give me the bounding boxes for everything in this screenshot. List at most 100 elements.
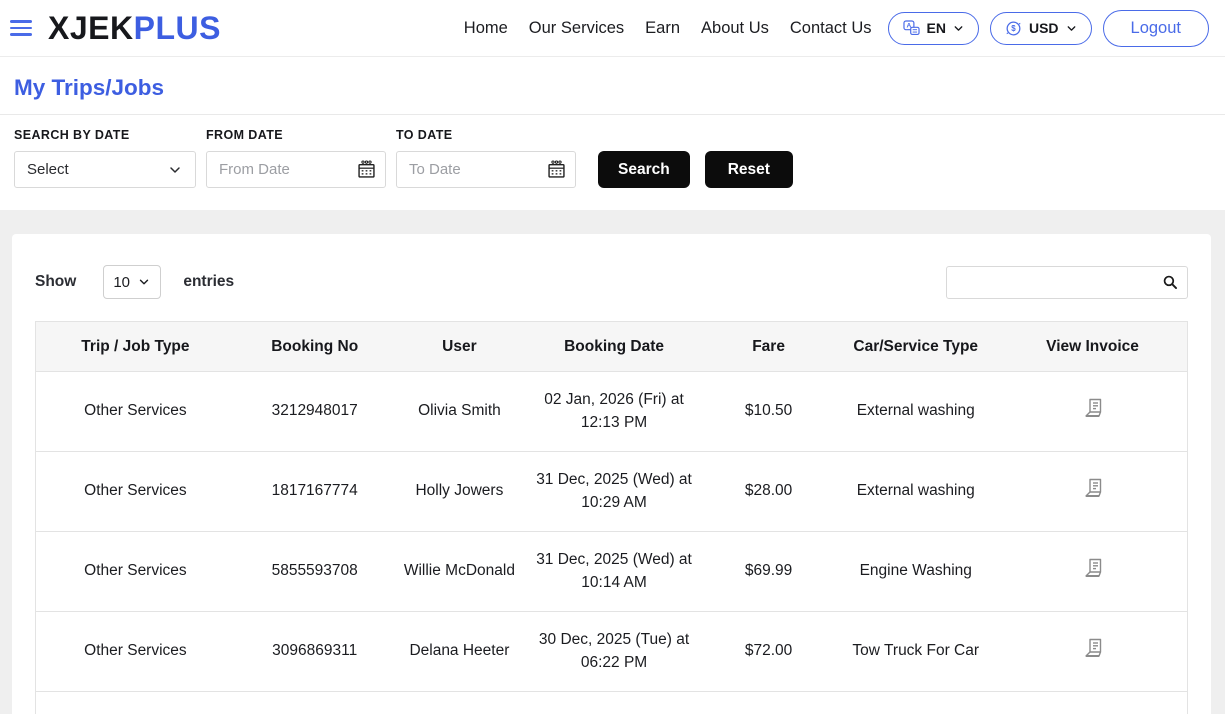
trips-table: Trip / Job Type Booking No User Booking … [35, 321, 1188, 714]
translate-icon: A [902, 19, 921, 38]
from-date-field: FROM DATE [206, 128, 386, 188]
cell-booking-date: 31 Dec, 2025 (Wed) at 10:29 AM [524, 452, 703, 532]
col-fare: Fare [704, 322, 834, 372]
currency-selector[interactable]: $ USD [990, 12, 1092, 45]
cell-booking-date: 02 Jan, 2026 (Fri) at 12:13 PM [524, 372, 703, 452]
invoice-receipt-icon [1081, 476, 1105, 500]
view-invoice-button[interactable] [1081, 476, 1105, 500]
cell-view-invoice [998, 612, 1187, 692]
cell-trip-job-type: Other Services [36, 372, 235, 452]
table-search-input[interactable] [946, 266, 1188, 299]
filter-bar: SEARCH BY DATE Select FROM DATE [0, 115, 1225, 210]
nav-item-contact-us[interactable]: Contact Us [790, 19, 872, 38]
cell-fare: $10.50 [704, 372, 834, 452]
search-icon[interactable] [1161, 273, 1180, 292]
logout-button[interactable]: Logout [1103, 10, 1209, 47]
cell-fare: $69.99 [704, 532, 834, 612]
entries-control: Show 10 entries [35, 265, 234, 299]
cell-user: Delana Heeter [395, 612, 525, 692]
cell-view-invoice [998, 532, 1187, 612]
table-row: Other Services 3096869311 Delana Heeter … [36, 612, 1188, 692]
cell-fare: $28.00 [704, 452, 834, 532]
search-by-date-select[interactable]: Select [14, 151, 196, 188]
logo-text-blue: PLUS [134, 10, 221, 46]
col-trip-job-type: Trip / Job Type [36, 322, 235, 372]
cell-car-service-type: Engine Washing [833, 532, 998, 612]
logo-text-black: XJEK [48, 10, 134, 46]
page-title-section: My Trips/Jobs [0, 57, 1225, 114]
col-car-service-type: Car/Service Type [833, 322, 998, 372]
cell-car-service-type: External washing [833, 372, 998, 452]
cell-booking-no: 1817167774 [235, 452, 395, 532]
cell-user: Holly Jowers [395, 452, 525, 532]
col-booking-no: Booking No [235, 322, 395, 372]
trips-table-body: Other Services 3212948017 Olivia Smith 0… [36, 372, 1188, 692]
chevron-down-icon [952, 22, 965, 35]
invoice-receipt-icon [1081, 396, 1105, 420]
nav-item-earn[interactable]: Earn [645, 19, 680, 38]
cell-view-invoice [998, 372, 1187, 452]
header-actions: A EN $ USD Logout [888, 10, 1209, 47]
partial-row [36, 692, 1188, 715]
nav-item-about-us[interactable]: About Us [701, 19, 769, 38]
entries-label: entries [183, 273, 234, 291]
language-selector[interactable]: A EN [888, 12, 979, 45]
cell-car-service-type: External washing [833, 452, 998, 532]
invoice-receipt-icon [1081, 556, 1105, 580]
table-row: Other Services 5855593708 Willie McDonal… [36, 532, 1188, 612]
nav-item-our-services[interactable]: Our Services [529, 19, 624, 38]
calendar-icon[interactable] [356, 159, 377, 180]
entries-select[interactable]: 10 [103, 265, 161, 299]
entries-value: 10 [113, 274, 130, 291]
content-area: Show 10 entries [0, 210, 1225, 714]
cell-booking-date: 30 Dec, 2025 (Tue) at 06:22 PM [524, 612, 703, 692]
trips-card: Show 10 entries [12, 234, 1211, 714]
cell-user: Willie McDonald [395, 532, 525, 612]
reset-button[interactable]: Reset [705, 151, 793, 188]
cell-trip-job-type: Other Services [36, 452, 235, 532]
cell-trip-job-type: Other Services [36, 532, 235, 612]
cell-booking-no: 5855593708 [235, 532, 395, 612]
view-invoice-button[interactable] [1081, 636, 1105, 660]
invoice-receipt-icon [1081, 636, 1105, 660]
search-by-date-label: SEARCH BY DATE [14, 128, 196, 142]
top-navbar: XJEKPLUS Home Our Services Earn About Us… [0, 0, 1225, 57]
show-label: Show [35, 273, 76, 291]
search-by-date-value: Select [27, 161, 69, 178]
calendar-icon[interactable] [546, 159, 567, 180]
view-invoice-button[interactable] [1081, 556, 1105, 580]
cell-booking-no: 3212948017 [235, 372, 395, 452]
table-row: Other Services 3212948017 Olivia Smith 0… [36, 372, 1188, 452]
cell-car-service-type: Tow Truck For Car [833, 612, 998, 692]
cell-booking-date: 31 Dec, 2025 (Wed) at 10:14 AM [524, 532, 703, 612]
svg-text:$: $ [1011, 24, 1016, 33]
app-logo[interactable]: XJEKPLUS [48, 10, 221, 47]
search-by-date-field: SEARCH BY DATE Select [14, 128, 196, 188]
page-title: My Trips/Jobs [14, 75, 1211, 101]
cell-trip-job-type: Other Services [36, 612, 235, 692]
table-controls: Show 10 entries [35, 265, 1188, 299]
chevron-down-icon [1065, 22, 1078, 35]
language-value: EN [927, 20, 946, 36]
currency-exchange-icon: $ [1004, 19, 1023, 38]
cell-fare: $72.00 [704, 612, 834, 692]
cell-user: Olivia Smith [395, 372, 525, 452]
cell-view-invoice [998, 452, 1187, 532]
main-nav: Home Our Services Earn About Us Contact … [464, 19, 872, 38]
col-view-invoice: View Invoice [998, 322, 1187, 372]
to-date-field: TO DATE [396, 128, 576, 188]
chevron-down-icon [137, 275, 151, 289]
nav-item-home[interactable]: Home [464, 19, 508, 38]
currency-value: USD [1029, 20, 1059, 36]
table-header-row: Trip / Job Type Booking No User Booking … [36, 322, 1188, 372]
table-row: Other Services 1817167774 Holly Jowers 3… [36, 452, 1188, 532]
from-date-label: FROM DATE [206, 128, 386, 142]
hamburger-menu-icon[interactable] [10, 20, 34, 36]
col-user: User [395, 322, 525, 372]
chevron-down-icon [167, 162, 183, 178]
cell-booking-no: 3096869311 [235, 612, 395, 692]
search-button[interactable]: Search [598, 151, 690, 188]
to-date-label: TO DATE [396, 128, 576, 142]
col-booking-date: Booking Date [524, 322, 703, 372]
view-invoice-button[interactable] [1081, 396, 1105, 420]
